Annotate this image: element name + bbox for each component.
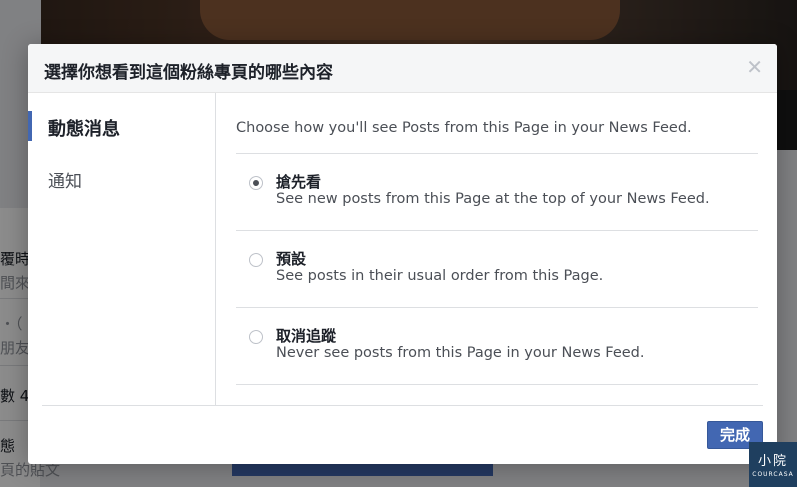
nav-item-label: 通知 [48,172,82,192]
dialog-side-nav: 動態消息 通知 [28,93,216,405]
dialog-content: Choose how you'll see Posts from this Pa… [236,93,758,405]
intro-text: Choose how you'll see Posts from this Pa… [236,120,692,136]
radio-icon[interactable] [249,330,263,344]
option-default[interactable]: 預設 See posts in their usual order from t… [236,231,758,307]
option-description: See posts in their usual order from this… [276,268,604,284]
radio-selected-icon[interactable] [249,176,263,190]
screen: 覆時 間來 ・（ 朋友 數 49 態 頁的貼文 選擇你想看到這個粉絲專頁的哪些內… [0,0,797,487]
option-title: 搶先看 [276,173,322,191]
dialog-header: 選擇你想看到這個粉絲專頁的哪些內容 ✕ [28,44,777,93]
watermark-logo: 小院 COURCASA [749,442,797,487]
watermark-main: 小院 [757,454,788,469]
option-description: Never see posts from this Page in your N… [276,345,645,361]
option-unfollow[interactable]: 取消追蹤 Never see posts from this Page in y… [236,308,758,384]
close-icon[interactable]: ✕ [746,56,763,78]
divider [236,384,758,385]
see-first-dialog: 選擇你想看到這個粉絲專頁的哪些內容 ✕ 動態消息 通知 Choose how y… [28,44,777,464]
nav-item-notifications[interactable]: 通知 [28,161,215,195]
nav-item-label: 動態消息 [48,119,120,140]
option-title: 取消追蹤 [276,327,337,345]
dialog-title: 選擇你想看到這個粉絲專頁的哪些內容 [44,63,333,83]
option-see-first[interactable]: 搶先看 See new posts from this Page at the … [236,154,758,230]
watermark-sub: COURCASA [752,471,794,478]
radio-icon[interactable] [249,253,263,267]
nav-item-news-feed[interactable]: 動態消息 [28,109,215,143]
option-title: 預設 [276,250,307,268]
option-description: See new posts from this Page at the top … [276,191,710,207]
footer-divider [42,405,763,406]
